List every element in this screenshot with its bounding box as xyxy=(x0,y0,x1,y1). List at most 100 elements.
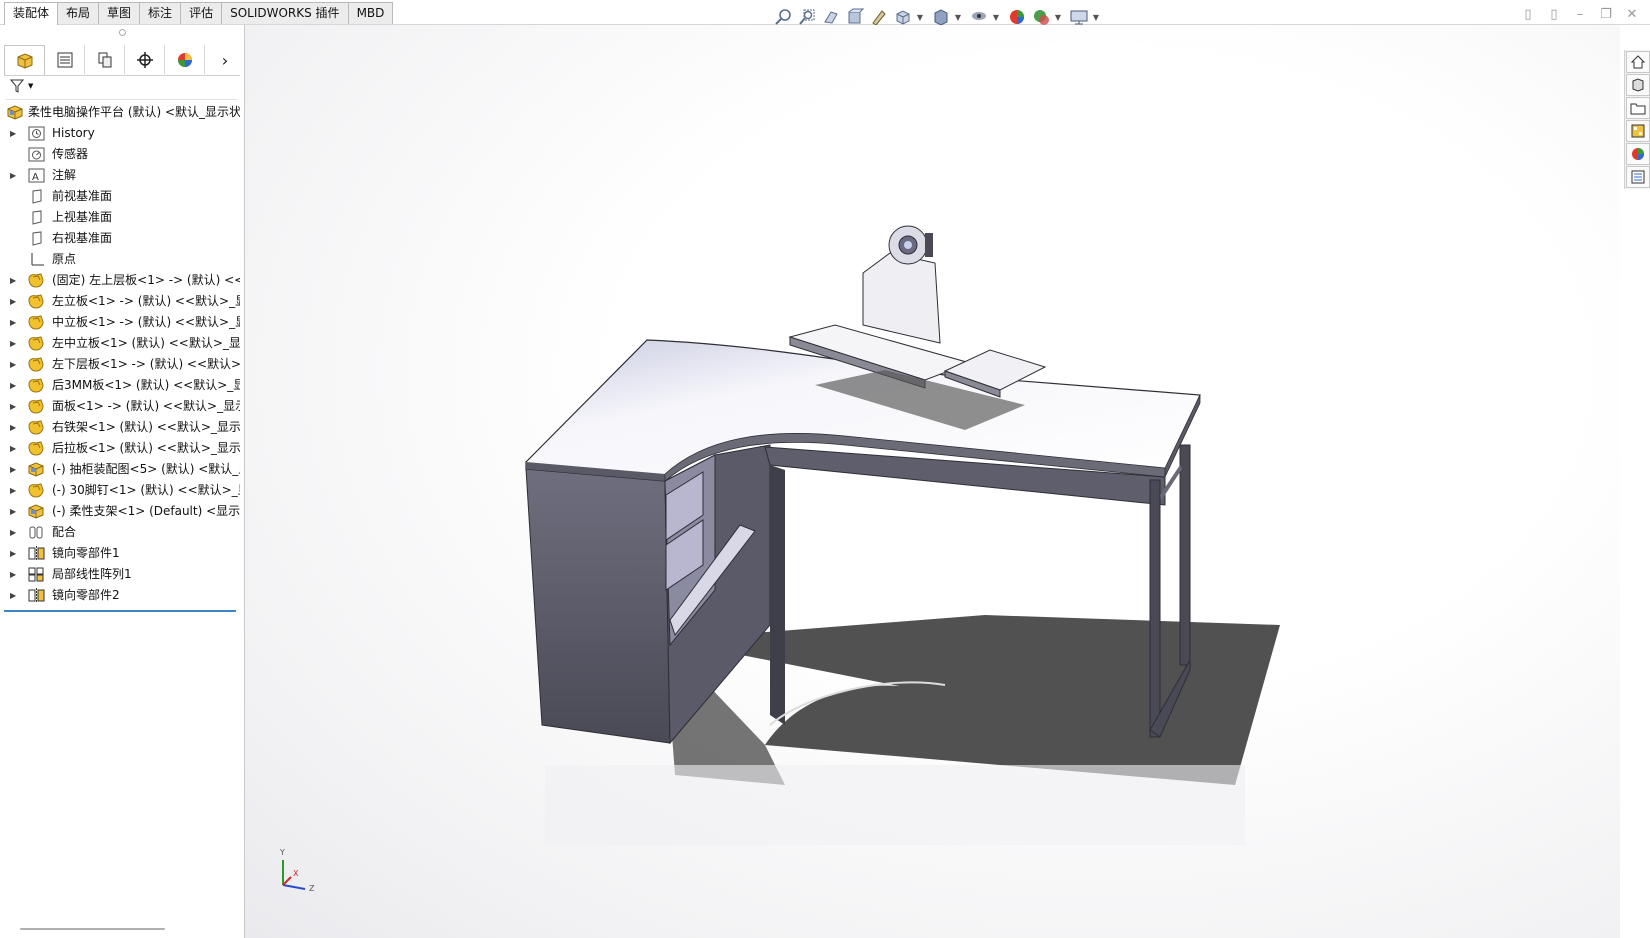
tree-node[interactable]: ▶ A 注解 xyxy=(0,165,244,186)
expand-arrow-icon[interactable]: ▶ xyxy=(10,396,20,417)
tree-node[interactable]: 上视基准面 xyxy=(0,207,244,228)
feature-tree-icon[interactable] xyxy=(4,45,45,75)
chevron-down-icon[interactable]: ▼ xyxy=(1092,13,1100,22)
expand-arrow-icon[interactable]: ▶ xyxy=(10,375,20,396)
part-icon xyxy=(27,356,45,373)
expand-arrow-icon[interactable]: ▶ xyxy=(10,585,20,606)
mates-icon xyxy=(27,524,45,541)
chevron-right-icon[interactable]: › xyxy=(210,45,240,75)
view-palette-icon[interactable] xyxy=(1626,120,1650,142)
tree-node[interactable]: ▶ (-) 抽柜装配图<5> (默认) <默认_显 xyxy=(0,459,244,480)
tree-node[interactable]: ▶ 后拉板<1> (默认) <<默认>_显示状 xyxy=(0,438,244,459)
tree-node-label: 左立板<1> -> (默认) <<默认>_显示 xyxy=(52,294,240,308)
tree-node[interactable]: ▶ 镜向零部件2 xyxy=(0,585,244,606)
expand-arrow-icon[interactable]: ▶ xyxy=(10,333,20,354)
expand-arrow-icon[interactable]: ▶ xyxy=(10,270,20,291)
expand-arrow-icon[interactable]: ▶ xyxy=(10,501,20,522)
tab-2[interactable]: 草图 xyxy=(98,2,141,24)
tree-node-label: 面板<1> -> (默认) <<默认>_显示状 xyxy=(52,399,240,413)
chevron-down-icon[interactable]: ▼ xyxy=(954,13,962,22)
tree-node-label: 后3MM板<1> (默认) <<默认>_显示 xyxy=(52,378,240,392)
tree-node[interactable]: ▶ (-) 30脚钉<1> (默认) <<默认>_显 xyxy=(0,480,244,501)
filter-icon[interactable]: ▼ xyxy=(10,79,33,93)
tree-node-label: 上视基准面 xyxy=(52,210,113,224)
tree-node[interactable]: ▶ 面板<1> -> (默认) <<默认>_显示状 xyxy=(0,396,244,417)
tab-5[interactable]: SOLIDWORKS 插件 xyxy=(221,2,349,24)
reference-triad: Y X Z xyxy=(279,848,315,893)
panel-right-icon[interactable]: ▯ xyxy=(1546,6,1562,22)
custom-properties-icon[interactable] xyxy=(1626,166,1650,188)
tree-node[interactable]: ▶ (-) 柔性支架<1> (Default) <显示状 xyxy=(0,501,244,522)
home-icon[interactable] xyxy=(1626,51,1650,73)
expand-arrow-icon[interactable]: ▶ xyxy=(10,165,20,186)
dimxpert-icon[interactable] xyxy=(125,45,165,74)
tree-node[interactable]: 原点 xyxy=(0,249,244,270)
tree-node[interactable]: ▶ 后3MM板<1> (默认) <<默认>_显示 xyxy=(0,375,244,396)
tree-node[interactable]: 传感器 xyxy=(0,144,244,165)
expand-arrow-icon[interactable]: ▶ xyxy=(10,522,20,543)
expand-arrow-icon[interactable]: ▶ xyxy=(10,459,20,480)
tree-node-label: 注解 xyxy=(52,168,77,182)
tree-node[interactable]: ▶ 左下层板<1> -> (默认) <<默认>_显 xyxy=(0,354,244,375)
triad-x-label: X xyxy=(293,869,299,878)
restore-icon[interactable]: ❐ xyxy=(1598,6,1614,22)
part-icon xyxy=(27,335,45,352)
expand-arrow-icon[interactable]: ▶ xyxy=(10,564,20,585)
appearances-icon[interactable] xyxy=(1626,143,1650,165)
file-explorer-icon[interactable] xyxy=(1626,97,1650,119)
tab-3[interactable]: 标注 xyxy=(139,2,182,24)
tree-node-label: 左中立板<1> (默认) <<默认>_显示 xyxy=(52,336,240,350)
display-manager-icon[interactable] xyxy=(165,45,205,74)
tree-node-label: (-) 柔性支架<1> (Default) <显示状 xyxy=(52,504,240,518)
history-icon xyxy=(27,125,45,142)
expand-arrow-icon[interactable]: ▶ xyxy=(10,354,20,375)
sensor-icon xyxy=(27,146,45,163)
property-manager-icon[interactable] xyxy=(45,45,85,74)
expand-arrow-icon[interactable]: ▶ xyxy=(10,312,20,333)
expand-arrow-icon[interactable]: ▶ xyxy=(10,123,20,144)
horizontal-scrollbar[interactable] xyxy=(20,928,165,930)
plane-icon xyxy=(27,188,45,205)
tree-node[interactable]: 右视基准面 xyxy=(0,228,244,249)
chevron-down-icon[interactable]: ▼ xyxy=(992,13,1000,22)
expand-arrow-icon[interactable]: ▶ xyxy=(10,417,20,438)
assembly-icon xyxy=(6,104,24,121)
tree-node[interactable]: ▶ 配合 xyxy=(0,522,244,543)
tree-node-label: 后拉板<1> (默认) <<默认>_显示状 xyxy=(52,441,240,455)
close-icon[interactable]: ✕ xyxy=(1624,6,1640,22)
tree-node[interactable]: ▶ 镜向零部件1 xyxy=(0,543,244,564)
minimize-icon[interactable]: – xyxy=(1572,6,1588,22)
tree-node[interactable]: ▶ History xyxy=(0,123,244,144)
tree-node[interactable]: ▶ 右铁架<1> (默认) <<默认>_显示状 xyxy=(0,417,244,438)
tree-node[interactable]: ▶ 中立板<1> -> (默认) <<默认>_显示 xyxy=(0,312,244,333)
tab-4[interactable]: 评估 xyxy=(180,2,223,24)
graphics-area[interactable]: Y X Z xyxy=(245,25,1620,938)
feature-tree: 柔性电脑操作平台 (默认) <默认_显示状 ▶ History 传感器 ▶ A 注解 前视基… xyxy=(0,102,244,612)
chevron-down-icon[interactable]: ▼ xyxy=(1054,13,1062,22)
configuration-manager-icon[interactable] xyxy=(85,45,125,74)
rollback-bar[interactable] xyxy=(4,610,236,612)
plane-icon xyxy=(27,209,45,226)
expand-arrow-icon[interactable]: ▶ xyxy=(10,543,20,564)
tree-root-assembly[interactable]: 柔性电脑操作平台 (默认) <默认_显示状 xyxy=(0,102,244,123)
tree-node[interactable]: ▶ 局部线性阵列1 xyxy=(0,564,244,585)
part-icon xyxy=(27,482,45,499)
tree-node[interactable]: ▶ 左立板<1> -> (默认) <<默认>_显示 xyxy=(0,291,244,312)
panel-grip[interactable] xyxy=(0,25,244,39)
desk-3d-model[interactable] xyxy=(245,25,1620,938)
expand-arrow-icon[interactable]: ▶ xyxy=(10,438,20,459)
tree-node-label: 右视基准面 xyxy=(52,231,113,245)
expand-arrow-icon[interactable]: ▶ xyxy=(10,291,20,312)
panel-left-icon[interactable]: ▯ xyxy=(1520,6,1536,22)
subassembly-icon xyxy=(27,461,45,478)
design-library-icon[interactable] xyxy=(1626,74,1650,96)
tree-node[interactable]: 前视基准面 xyxy=(0,186,244,207)
tab-0[interactable]: 装配体 xyxy=(4,2,59,25)
chevron-down-icon[interactable]: ▼ xyxy=(916,13,924,22)
tab-1[interactable]: 布局 xyxy=(57,2,100,24)
tree-node[interactable]: ▶ (固定) 左上层板<1> -> (默认) <<默 xyxy=(0,270,244,291)
tab-6[interactable]: MBD xyxy=(347,2,394,24)
tree-node[interactable]: ▶ 左中立板<1> (默认) <<默认>_显示 xyxy=(0,333,244,354)
expand-arrow-icon[interactable]: ▶ xyxy=(10,480,20,501)
tree-node-label: History xyxy=(52,126,95,140)
